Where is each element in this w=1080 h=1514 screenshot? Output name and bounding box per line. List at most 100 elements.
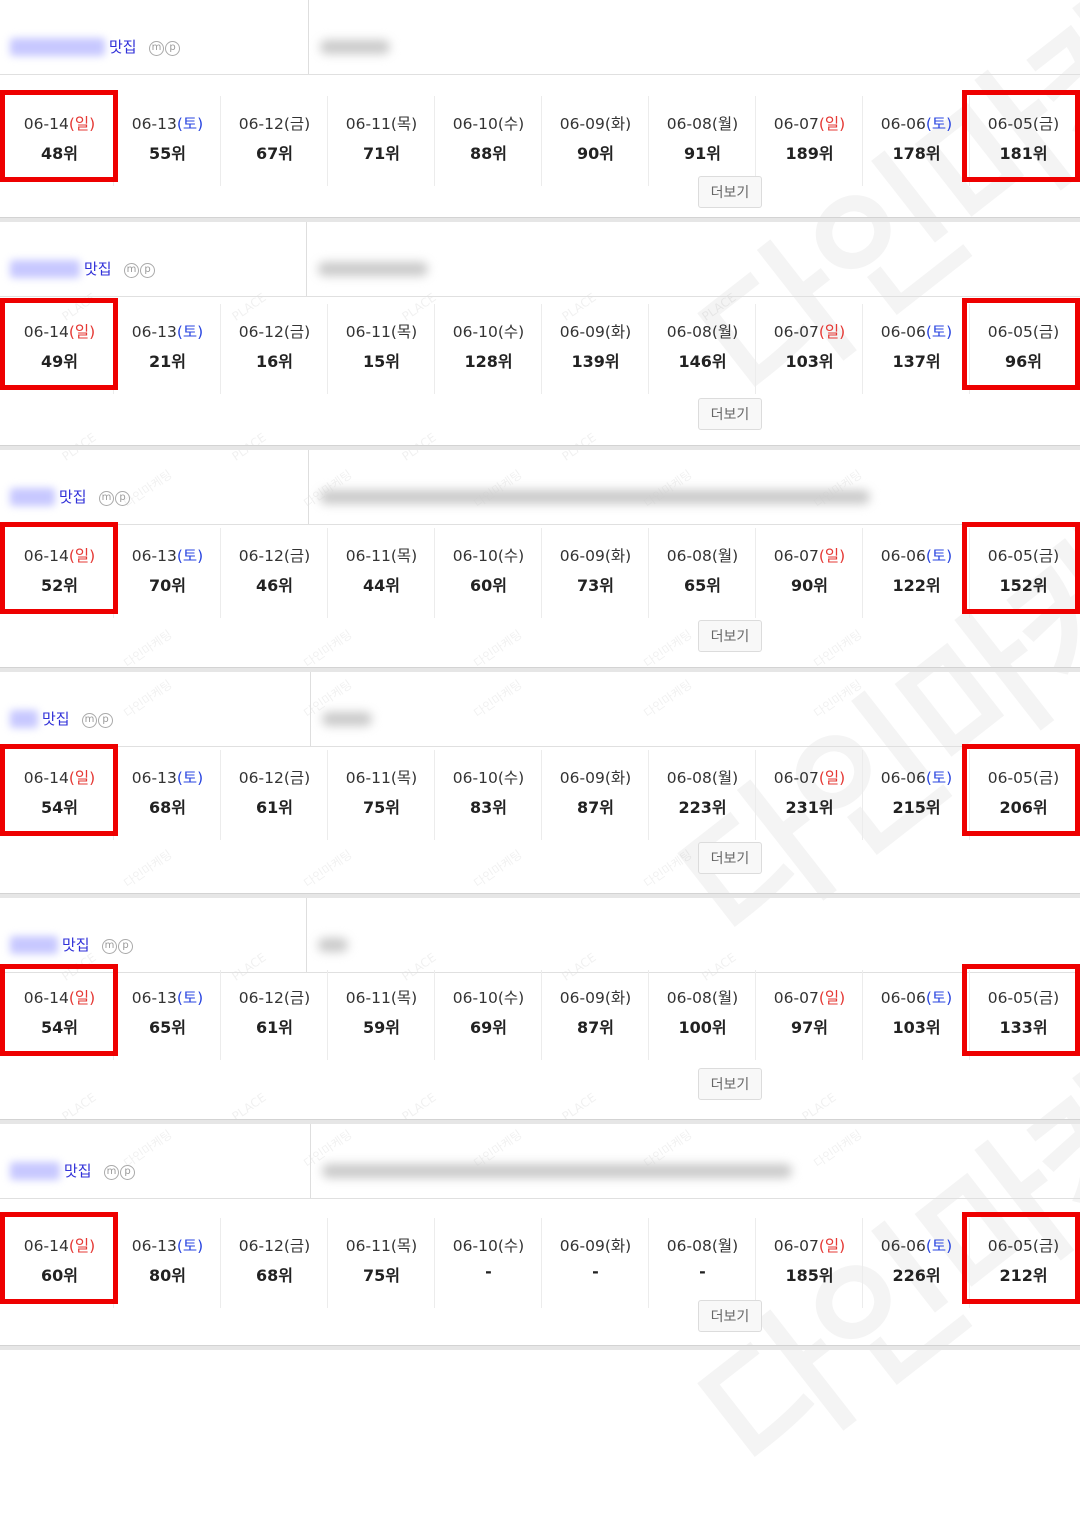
- keyword-link[interactable]: 맛집: [84, 258, 112, 279]
- mobile-pc-icons: mp: [104, 1164, 136, 1180]
- keyword-redacted: [10, 260, 80, 278]
- mobile-icon[interactable]: m: [149, 41, 164, 56]
- rank-value: 15위: [363, 352, 400, 371]
- weekday: (일): [818, 323, 846, 341]
- more-button[interactable]: 더보기: [698, 1068, 762, 1100]
- mobile-icon[interactable]: m: [124, 263, 139, 278]
- rank-cell: 06-09(화) 87위: [541, 970, 649, 1060]
- date-value: 06-12: [238, 769, 284, 787]
- rank-value: 69위: [470, 1018, 507, 1037]
- date-value: 06-06: [880, 547, 926, 565]
- rank-date: 06-11(목): [328, 986, 435, 1008]
- rank-value: 128위: [464, 352, 513, 371]
- pc-icon[interactable]: p: [120, 1165, 135, 1180]
- highlight-box: [962, 298, 1080, 390]
- rank-cell: 06-09(화) 90위: [541, 96, 649, 186]
- keyword-link[interactable]: 맛집: [59, 486, 87, 507]
- rank-date: 06-10(수): [435, 112, 542, 134]
- rank-cell: 06-08(월) 91위: [648, 96, 756, 186]
- highlight-box: [962, 522, 1080, 614]
- rank-cell: 06-06(토) 137위: [862, 304, 970, 394]
- rank-date: 06-09(화): [542, 766, 649, 788]
- more-button[interactable]: 더보기: [698, 620, 762, 652]
- date-value: 06-11: [345, 769, 391, 787]
- rank-value: 139위: [571, 352, 620, 371]
- mobile-icon[interactable]: m: [104, 1165, 119, 1180]
- rank-cell: 06-08(월) -: [648, 1218, 756, 1308]
- pc-icon[interactable]: p: [140, 263, 155, 278]
- rank-value: -: [592, 1262, 599, 1281]
- rank-value: 73위: [577, 576, 614, 595]
- rank-cell: 06-12(금) 68위: [220, 1218, 328, 1308]
- block-header: 맛집 m p: [0, 898, 1080, 973]
- rank-cell: 06-11(목) 15위: [327, 304, 435, 394]
- weekday: (토): [925, 1237, 953, 1255]
- date-value: 06-12: [238, 115, 284, 133]
- pc-icon[interactable]: p: [165, 41, 180, 56]
- rank-date: 06-13(토): [114, 986, 221, 1008]
- keyword-link[interactable]: 맛집: [42, 708, 70, 729]
- rank-value: 83위: [470, 798, 507, 817]
- daily-rank-row: 06-14(일) 52위 06-13(토) 70위 06-12(금) 46위 06-11(목…: [0, 528, 1080, 618]
- date-value: 06-07: [773, 769, 819, 787]
- mobile-icon[interactable]: m: [82, 713, 97, 728]
- pc-icon[interactable]: p: [98, 713, 113, 728]
- date-value: 06-13: [131, 323, 177, 341]
- rank-date: 06-13(토): [114, 544, 221, 566]
- date-value: 06-11: [345, 115, 391, 133]
- rank-value: 231위: [785, 798, 834, 817]
- date-value: 06-08: [666, 1237, 712, 1255]
- rank-cell: 06-07(일) 185위: [755, 1218, 863, 1308]
- keyword-cell: 맛집 m p: [0, 898, 307, 972]
- more-button[interactable]: 더보기: [698, 1300, 762, 1332]
- rank-date: 06-13(토): [114, 766, 221, 788]
- date-value: 06-13: [131, 547, 177, 565]
- date-value: 06-11: [345, 989, 391, 1007]
- date-value: 06-11: [345, 1237, 391, 1255]
- rank-value: 215위: [892, 798, 941, 817]
- rank-value: 122위: [892, 576, 941, 595]
- weekday: (수): [497, 989, 525, 1007]
- rank-value: 87위: [577, 1018, 614, 1037]
- weekday: (금): [283, 323, 311, 341]
- weekday: (화): [604, 989, 632, 1007]
- block-header: 맛집 m p: [0, 672, 1080, 747]
- mobile-icon[interactable]: m: [102, 939, 117, 954]
- rank-date: 06-11(목): [328, 1234, 435, 1256]
- place-name-redacted: [320, 490, 870, 504]
- pc-icon[interactable]: p: [115, 491, 130, 506]
- rank-value: 71위: [363, 144, 400, 163]
- rank-value: 87위: [577, 798, 614, 817]
- rank-cell: 06-10(수) 128위: [434, 304, 542, 394]
- rank-cell: 06-10(수) -: [434, 1218, 542, 1308]
- date-value: 06-09: [559, 547, 605, 565]
- rank-date: 06-10(수): [435, 320, 542, 342]
- date-value: 06-08: [666, 989, 712, 1007]
- highlight-box: [0, 1212, 118, 1304]
- keyword-link[interactable]: 맛집: [62, 934, 90, 955]
- date-value: 06-13: [131, 769, 177, 787]
- keyword-cell: 맛집 m p: [0, 222, 307, 296]
- more-button[interactable]: 더보기: [698, 842, 762, 874]
- weekday: (목): [390, 989, 418, 1007]
- rank-cell: 06-13(토) 65위: [113, 970, 221, 1060]
- date-value: 06-06: [880, 115, 926, 133]
- rank-cell: 06-12(금) 46위: [220, 528, 328, 618]
- block-divider: [0, 1345, 1080, 1350]
- date-value: 06-08: [666, 115, 712, 133]
- more-button[interactable]: 더보기: [698, 398, 762, 430]
- keyword-rank-block: 맛집 m p 06-14(일) 49위 06-13(토) 21위 06-12(금) 16위 06-…: [0, 222, 1080, 450]
- keyword-link[interactable]: 맛집: [109, 36, 137, 57]
- keyword-link[interactable]: 맛집: [64, 1160, 92, 1181]
- more-button[interactable]: 더보기: [698, 176, 762, 208]
- date-value: 06-12: [238, 1237, 284, 1255]
- mobile-icon[interactable]: m: [99, 491, 114, 506]
- keyword-cell: 맛집 m p: [0, 1124, 311, 1198]
- weekday: (월): [711, 323, 739, 341]
- rank-value: 189위: [785, 144, 834, 163]
- rank-date: 06-07(일): [756, 544, 863, 566]
- pc-icon[interactable]: p: [118, 939, 133, 954]
- block-header: 맛집 m p: [0, 450, 1080, 525]
- rank-cell: 06-11(목) 71위: [327, 96, 435, 186]
- rank-value: 75위: [363, 1266, 400, 1285]
